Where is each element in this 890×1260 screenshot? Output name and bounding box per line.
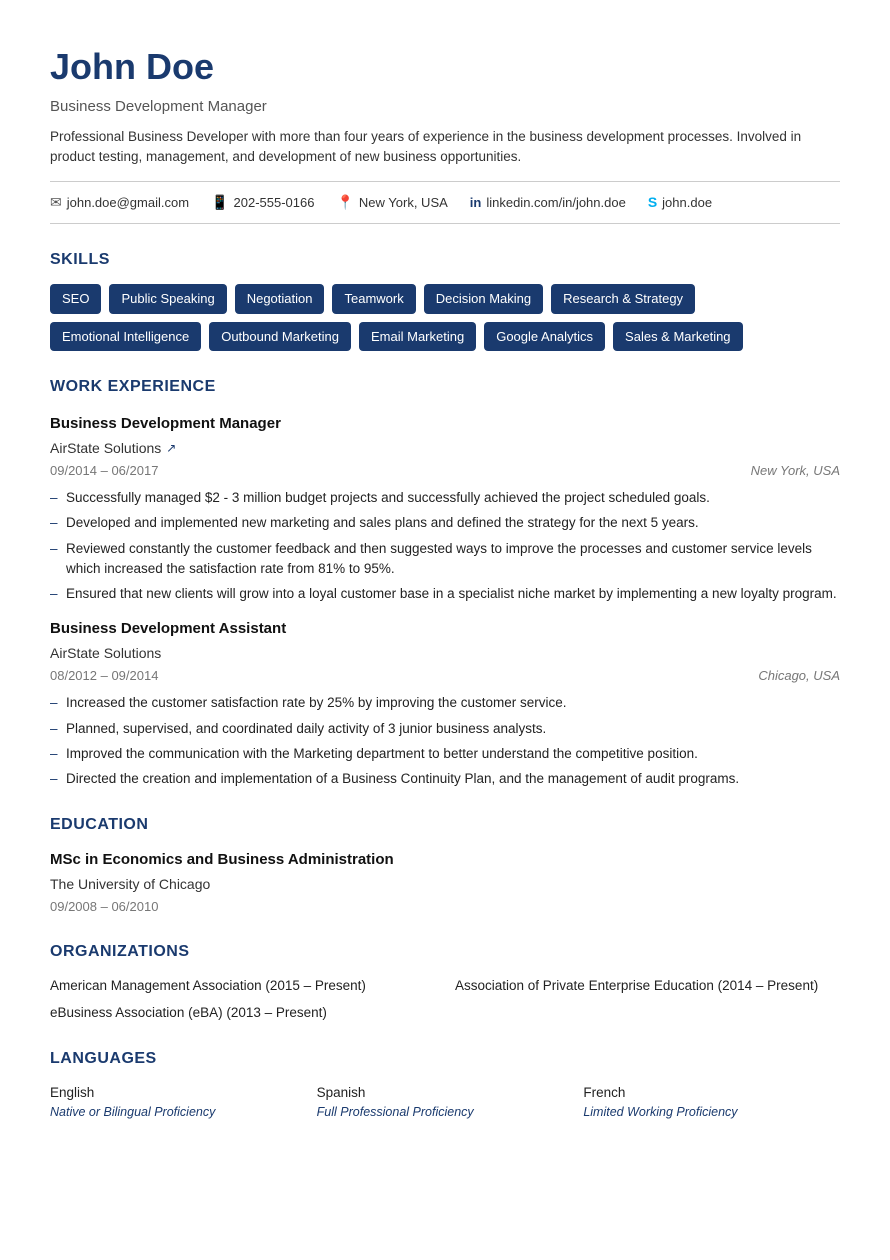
job-dates: 08/2012 – 09/2014 — [50, 666, 158, 686]
language-name: French — [583, 1083, 840, 1103]
job-bullet: Improved the communication with the Mark… — [50, 744, 840, 764]
language-level: Full Professional Proficiency — [317, 1103, 574, 1122]
email-value: john.doe@gmail.com — [67, 193, 189, 213]
job-bullet: Ensured that new clients will grow into … — [50, 584, 840, 604]
job-location: Chicago, USA — [758, 666, 840, 686]
jobs-container: Business Development ManagerAirState Sol… — [50, 413, 840, 789]
skill-badge: Email Marketing — [359, 322, 476, 352]
skill-badge: Outbound Marketing — [209, 322, 351, 352]
work-experience-heading: WORK EXPERIENCE — [50, 375, 840, 399]
job-bullets: Successfully managed $2 - 3 million budg… — [50, 488, 840, 604]
org-single: eBusiness Association (eBA) (2013 – Pres… — [50, 1003, 840, 1023]
job-entry: Business Development AssistantAirState S… — [50, 618, 840, 789]
email-contact: ✉ john.doe@gmail.com — [50, 192, 189, 213]
languages-section: LANGUAGES EnglishNative or Bilingual Pro… — [50, 1047, 840, 1122]
job-bullet: Planned, supervised, and coordinated dai… — [50, 719, 840, 739]
language-name: English — [50, 1083, 307, 1103]
job-entry: Business Development ManagerAirState Sol… — [50, 413, 840, 604]
linkedin-value: linkedin.com/in/john.doe — [486, 193, 625, 213]
skype-value: john.doe — [662, 193, 712, 213]
skills-container: SEO Public Speaking NegotiationTeamwork Dec… — [50, 284, 840, 351]
language-item: SpanishFull Professional Proficiency — [317, 1083, 574, 1122]
location-value: New York, USA — [359, 193, 448, 213]
candidate-title: Business Development Manager — [50, 96, 840, 119]
edu-degree: MSc in Economics and Business Administra… — [50, 849, 840, 872]
education-entry: MSc in Economics and Business Administra… — [50, 849, 840, 916]
skill-badge: Emotional Intelligence — [50, 322, 201, 352]
skill-badge: Public Speaking — [109, 284, 226, 314]
organizations-section: ORGANIZATIONS American Management Associ… — [50, 940, 840, 1023]
skill-badge: Sales & Marketing — [613, 322, 743, 352]
job-bullet: Reviewed constantly the customer feedbac… — [50, 539, 840, 580]
job-meta: 08/2012 – 09/2014 Chicago, USA — [50, 666, 840, 686]
skill-badge: Negotiation — [235, 284, 325, 314]
language-level: Limited Working Proficiency — [583, 1103, 840, 1122]
skill-badge: SEO — [50, 284, 101, 314]
skill-badge: Teamwork — [332, 284, 415, 314]
languages-heading: LANGUAGES — [50, 1047, 840, 1071]
company-name: AirState Solutions↗ — [50, 438, 840, 459]
languages-grid: EnglishNative or Bilingual Proficiency Sp… — [50, 1083, 840, 1122]
job-bullet: Directed the creation and implementation… — [50, 769, 840, 789]
job-location: New York, USA — [751, 461, 840, 481]
external-link-icon: ↗ — [166, 439, 176, 457]
skill-badge: Google Analytics — [484, 322, 605, 352]
job-title: Business Development Manager — [50, 413, 840, 436]
location-contact: 📍 New York, USA — [336, 192, 447, 213]
education-container: MSc in Economics and Business Administra… — [50, 849, 840, 916]
skype-icon: S — [648, 192, 657, 213]
language-item: EnglishNative or Bilingual Proficiency — [50, 1083, 307, 1122]
contact-bar: ✉ john.doe@gmail.com 📱 202-555-0166 📍 Ne… — [50, 181, 840, 224]
education-section: EDUCATION MSc in Economics and Business … — [50, 813, 840, 916]
skype-contact: S john.doe — [648, 192, 712, 213]
job-bullet: Increased the customer satisfaction rate… — [50, 693, 840, 713]
education-heading: EDUCATION — [50, 813, 840, 837]
job-bullet: Developed and implemented new marketing … — [50, 513, 840, 533]
edu-school: The University of Chicago — [50, 874, 840, 895]
org-item: American Management Association (2015 – … — [50, 976, 435, 996]
location-icon: 📍 — [336, 192, 353, 213]
org-grid: American Management Association (2015 – … — [50, 976, 840, 996]
phone-icon: 📱 — [211, 192, 228, 213]
linkedin-contact: in linkedin.com/in/john.doe — [470, 193, 626, 213]
job-title: Business Development Assistant — [50, 618, 840, 641]
candidate-name: John Doe — [50, 40, 840, 94]
phone-contact: 📱 202-555-0166 — [211, 192, 314, 213]
phone-value: 202-555-0166 — [234, 193, 315, 213]
candidate-summary: Professional Business Developer with mor… — [50, 127, 840, 168]
work-experience-section: WORK EXPERIENCE Business Development Man… — [50, 375, 840, 789]
job-meta: 09/2014 – 06/2017 New York, USA — [50, 461, 840, 481]
skills-section: SKILLS SEO Public Speaking NegotiationTeam… — [50, 248, 840, 351]
resume-header: John Doe Business Development Manager Pr… — [50, 40, 840, 167]
language-item: FrenchLimited Working Proficiency — [583, 1083, 840, 1122]
org-item: Association of Private Enterprise Educat… — [455, 976, 840, 996]
email-icon: ✉ — [50, 192, 62, 213]
organizations-heading: ORGANIZATIONS — [50, 940, 840, 964]
language-level: Native or Bilingual Proficiency — [50, 1103, 307, 1122]
linkedin-icon: in — [470, 193, 482, 213]
skill-badge: Decision Making — [424, 284, 543, 314]
job-bullets: Increased the customer satisfaction rate… — [50, 693, 840, 789]
company-name: AirState Solutions — [50, 643, 840, 664]
job-dates: 09/2014 – 06/2017 — [50, 461, 158, 481]
skill-badge: Research & Strategy — [551, 284, 695, 314]
job-bullet: Successfully managed $2 - 3 million budg… — [50, 488, 840, 508]
skills-heading: SKILLS — [50, 248, 840, 272]
language-name: Spanish — [317, 1083, 574, 1103]
edu-dates: 09/2008 – 06/2010 — [50, 897, 840, 917]
